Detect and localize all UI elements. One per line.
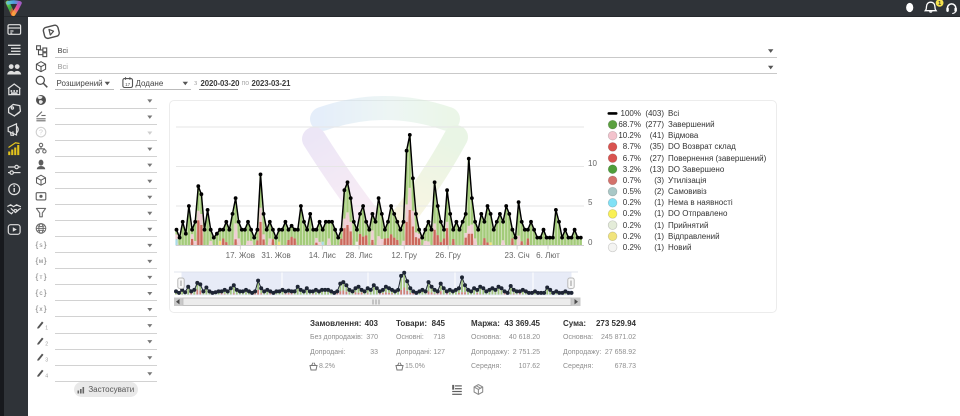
svg-text:?: ? — [39, 130, 43, 137]
svg-text:}: } — [44, 271, 47, 281]
svg-text:т: т — [40, 274, 43, 281]
svg-text:{: { — [36, 304, 39, 314]
svg-text:{: { — [36, 271, 39, 281]
svg-text:х: х — [39, 306, 43, 313]
svg-text:17: 17 — [125, 82, 131, 87]
svg-text:}: } — [44, 288, 47, 298]
svg-text:{: { — [36, 288, 39, 298]
svg-text:м: м — [39, 258, 43, 265]
svg-text:{: { — [36, 239, 39, 249]
svg-text:1: 1 — [45, 325, 48, 331]
svg-text:}: } — [44, 239, 47, 249]
svg-text:s: s — [39, 242, 42, 249]
svg-text:}: } — [44, 255, 47, 265]
svg-text:4: 4 — [45, 374, 48, 380]
svg-text:с: с — [39, 290, 43, 297]
svg-text:}: } — [44, 304, 47, 314]
svg-text:3: 3 — [45, 357, 48, 363]
svg-text:1: 1 — [938, 1, 941, 7]
svg-text:2: 2 — [45, 341, 48, 347]
